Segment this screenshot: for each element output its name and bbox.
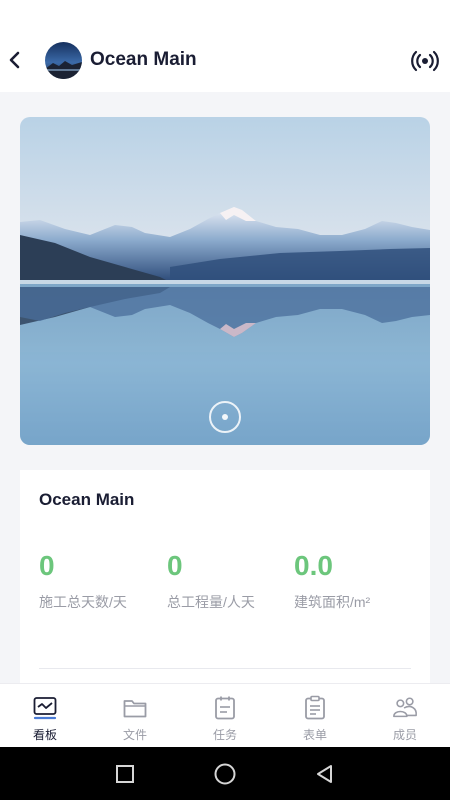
stat-label: 总工程量/人天 <box>167 594 255 610</box>
tab-dashboard[interactable]: 看板 <box>0 684 90 747</box>
members-icon <box>392 695 418 721</box>
stat-label: 建筑面积/m² <box>294 594 371 610</box>
stat-value: 0.0 <box>294 550 333 581</box>
stat-building-area: 0.0 建筑面积/m² <box>294 550 370 612</box>
tab-label: 成员 <box>392 728 417 742</box>
dashboard-icon <box>32 695 58 721</box>
stat-total-workload: 0 总工程量/人天 <box>167 550 255 612</box>
page-title: Ocean Main <box>90 49 197 70</box>
home-icon <box>214 763 236 785</box>
tab-label: 任务 <box>212 728 237 742</box>
tab-label: 文件 <box>122 728 147 742</box>
tab-tasks[interactable]: 任务 <box>180 684 270 747</box>
tab-label: 表单 <box>302 728 327 742</box>
project-avatar[interactable] <box>45 42 82 79</box>
chevron-left-icon <box>9 51 20 69</box>
system-navigation-bar <box>0 747 450 800</box>
stat-construction-days: 0 施工总天数/天 <box>39 550 127 612</box>
tab-label: 看板 <box>32 728 57 742</box>
mountain-lake-image <box>20 117 430 445</box>
stat-label: 施工总天数/天 <box>39 594 127 610</box>
home-button[interactable] <box>212 761 238 787</box>
task-icon <box>212 695 238 721</box>
card-title: Ocean Main <box>39 490 135 509</box>
recent-apps-button[interactable] <box>112 761 138 787</box>
project-summary-card: Ocean Main 0 施工总天数/天 0 总工程量/人天 0.0 建筑面积/… <box>20 470 430 700</box>
broadcast-icon <box>411 50 439 72</box>
back-button[interactable] <box>4 44 26 76</box>
back-icon <box>317 765 332 783</box>
divider <box>39 668 411 669</box>
tab-files[interactable]: 文件 <box>90 684 180 747</box>
tab-members[interactable]: 成员 <box>360 684 450 747</box>
app-header: Ocean Main <box>0 28 450 92</box>
broadcast-button[interactable] <box>410 46 440 76</box>
recent-apps-icon <box>116 765 134 783</box>
stat-value: 0 <box>39 550 55 581</box>
tab-forms[interactable]: 表单 <box>270 684 360 747</box>
status-bar <box>0 0 450 28</box>
form-icon <box>302 695 328 721</box>
stat-value: 0 <box>167 550 183 581</box>
system-back-button[interactable] <box>312 761 338 787</box>
bottom-tab-bar: 看板 文件 任务 表单 成员 <box>0 683 450 747</box>
folder-icon <box>122 695 148 721</box>
hero-banner[interactable] <box>20 117 430 445</box>
carousel-indicator[interactable] <box>209 401 241 433</box>
